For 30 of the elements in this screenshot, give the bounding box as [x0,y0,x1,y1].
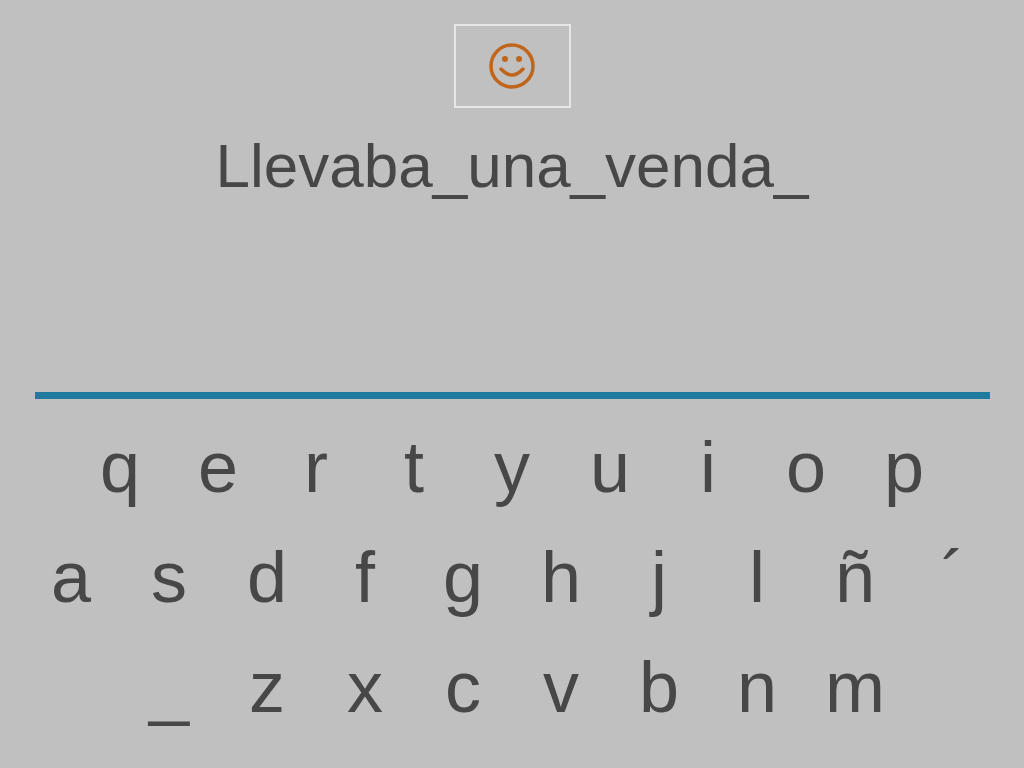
letter-key[interactable]: q [71,417,169,517]
letter-key[interactable]: y [463,417,561,517]
letter-key[interactable]: g [414,527,512,627]
letter-key[interactable]: b [610,637,708,737]
letter-key[interactable]: r [267,417,365,517]
letter-key[interactable]: f [316,527,414,627]
letter-key[interactable]: e [169,417,267,517]
letter-key[interactable]: i [659,417,757,517]
letter-key[interactable]: h [512,527,610,627]
letter-key[interactable]: d [218,527,316,627]
letter-key[interactable]: l [708,527,806,627]
letter-key[interactable]: v [512,637,610,737]
letter-key[interactable]: u [561,417,659,517]
letter-key[interactable]: m [806,637,904,737]
letter-key[interactable]: j [610,527,708,627]
letter-key[interactable]: s [120,527,218,627]
letter-key[interactable]: a [22,527,120,627]
letter-key[interactable]: t [365,417,463,517]
letter-key[interactable]: z [218,637,316,737]
answer-text: Llevaba_una_venda_ [215,130,809,202]
letter-key[interactable]: c [414,637,512,737]
letter-key[interactable]: o [757,417,855,517]
letter-key[interactable]: ´ [904,527,1002,627]
letter-key[interactable]: n [708,637,806,737]
letter-key[interactable]: ñ [806,527,904,627]
letter-key[interactable]: p [855,417,953,517]
smiley-icon [487,41,537,91]
letter-key[interactable]: x [316,637,414,737]
letter-key[interactable]: _ [120,637,218,737]
hint-box[interactable] [453,24,571,108]
